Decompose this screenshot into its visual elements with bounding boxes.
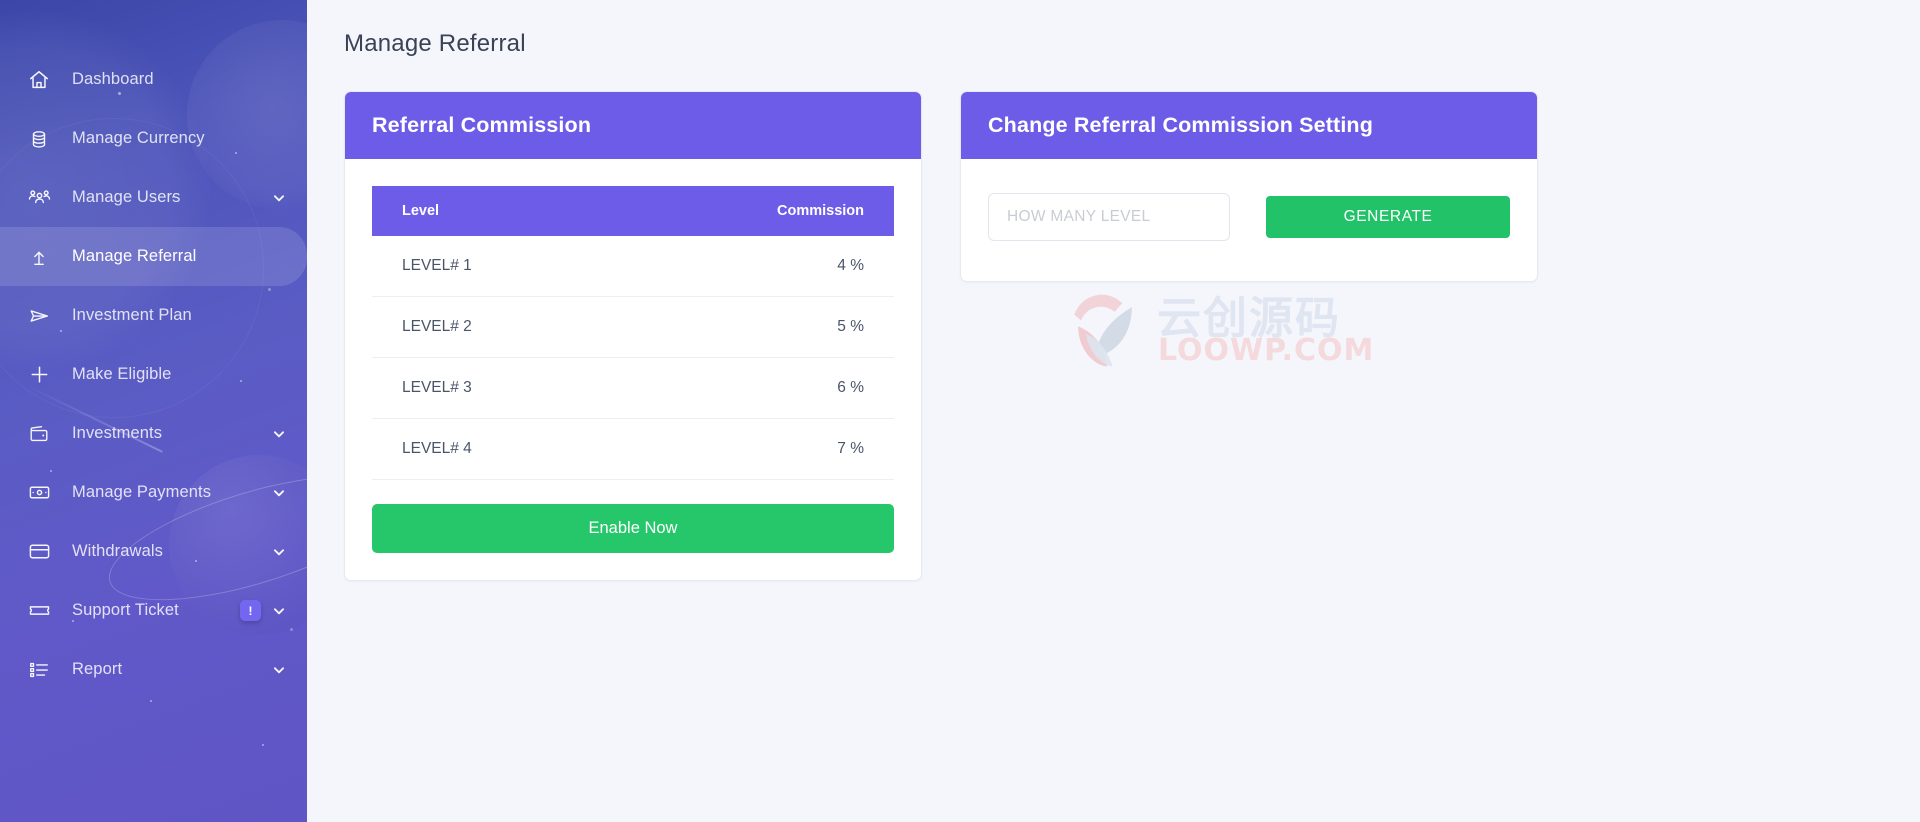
page-title: Manage Referral bbox=[344, 30, 526, 57]
cell-level: LEVEL# 2 bbox=[372, 296, 617, 358]
sidebar-item-dashboard[interactable]: Dashboard bbox=[0, 50, 307, 109]
table-row: LEVEL# 1 4 % bbox=[372, 236, 894, 297]
sidebar-item-support-ticket[interactable]: Support Ticket ! bbox=[0, 581, 307, 640]
chevron-down-icon[interactable] bbox=[271, 603, 287, 619]
table-row: LEVEL# 2 5 % bbox=[372, 296, 894, 358]
sidebar-nav: Dashboard Manage Currency Manage Users M… bbox=[0, 0, 307, 699]
chevron-down-icon[interactable] bbox=[271, 485, 287, 501]
cell-level: LEVEL# 3 bbox=[372, 357, 617, 419]
sidebar-item-manage-referral[interactable]: Manage Referral bbox=[0, 227, 307, 286]
chevron-down-icon[interactable] bbox=[271, 190, 287, 206]
card-icon bbox=[28, 540, 58, 564]
sidebar-item-label: Report bbox=[72, 660, 123, 678]
sidebar-item-label: Manage Payments bbox=[72, 483, 212, 501]
sidebar-item-report[interactable]: Report bbox=[0, 640, 307, 699]
cell-commission: 5 % bbox=[616, 296, 894, 358]
sidebar-item-label: Dashboard bbox=[72, 70, 154, 88]
cards-grid: Referral Commission Level Commission LEV… bbox=[307, 58, 1920, 581]
send-icon bbox=[28, 304, 58, 328]
list-icon bbox=[28, 658, 58, 682]
sidebar-item-investments[interactable]: Investments bbox=[0, 404, 307, 463]
chevron-down-icon[interactable] bbox=[271, 544, 287, 560]
table-row: LEVEL# 3 6 % bbox=[372, 357, 894, 419]
referral-commission-card: Referral Commission Level Commission LEV… bbox=[344, 91, 922, 581]
decor-star bbox=[150, 700, 152, 702]
sidebar-item-make-eligible[interactable]: Make Eligible bbox=[0, 345, 307, 404]
change-referral-setting-card-title: Change Referral Commission Setting bbox=[961, 92, 1537, 159]
app-root: Dashboard Manage Currency Manage Users M… bbox=[0, 0, 1920, 822]
cell-level: LEVEL# 4 bbox=[372, 418, 617, 480]
cell-commission: 4 % bbox=[616, 236, 894, 297]
cell-commission: 6 % bbox=[616, 357, 894, 419]
sidebar-item-label: Withdrawals bbox=[72, 542, 163, 560]
cell-commission: 7 % bbox=[616, 418, 894, 480]
sidebar-item-label: Investment Plan bbox=[72, 306, 192, 324]
sidebar-item-label: Support Ticket bbox=[72, 601, 179, 619]
sidebar-item-label: Manage Users bbox=[72, 188, 181, 206]
chevron-down-icon[interactable] bbox=[271, 426, 287, 442]
referral-commission-table: Level Commission LEVEL# 1 4 % LEVEL# 2 5… bbox=[372, 186, 894, 480]
sidebar-item-label: Investments bbox=[72, 424, 163, 442]
enable-now-button[interactable]: Enable Now bbox=[372, 504, 894, 553]
wallet-icon bbox=[28, 422, 58, 446]
sidebar-item-manage-currency[interactable]: Manage Currency bbox=[0, 109, 307, 168]
decor-star bbox=[262, 744, 264, 746]
arrow-up-icon bbox=[28, 245, 58, 269]
sidebar-item-withdrawals[interactable]: Withdrawals bbox=[0, 522, 307, 581]
sidebar-item-label: Make Eligible bbox=[72, 365, 172, 383]
cell-level: LEVEL# 1 bbox=[372, 236, 617, 297]
table-header-row: Level Commission bbox=[372, 186, 894, 236]
support-ticket-badge: ! bbox=[240, 600, 261, 621]
sidebar-item-manage-payments[interactable]: Manage Payments bbox=[0, 463, 307, 522]
sidebar-item-manage-users[interactable]: Manage Users bbox=[0, 168, 307, 227]
home-icon bbox=[28, 68, 58, 92]
plus-icon bbox=[28, 363, 58, 387]
sidebar-item-label: Manage Currency bbox=[72, 129, 205, 147]
users-icon bbox=[28, 186, 58, 210]
sidebar: Dashboard Manage Currency Manage Users M… bbox=[0, 0, 307, 822]
table-body: LEVEL# 1 4 % LEVEL# 2 5 % LEVEL# 3 6 % L… bbox=[372, 236, 894, 480]
ticket-icon bbox=[28, 599, 58, 623]
referral-commission-card-title: Referral Commission bbox=[345, 92, 921, 159]
chevron-down-icon[interactable] bbox=[271, 662, 287, 678]
generate-button[interactable]: GENERATE bbox=[1266, 196, 1510, 238]
change-referral-setting-card-body: GENERATE bbox=[961, 159, 1537, 281]
change-referral-setting-card: Change Referral Commission Setting GENER… bbox=[960, 91, 1538, 282]
sidebar-item-label: Manage Referral bbox=[72, 247, 197, 265]
main-content: Manage Referral Referral Commission Leve… bbox=[307, 0, 1920, 822]
referral-commission-card-body: Level Commission LEVEL# 1 4 % LEVEL# 2 5… bbox=[345, 159, 921, 580]
sidebar-item-investment-plan[interactable]: Investment Plan bbox=[0, 286, 307, 345]
money-icon bbox=[28, 481, 58, 505]
how-many-level-input[interactable] bbox=[988, 193, 1231, 241]
table-row: LEVEL# 4 7 % bbox=[372, 418, 894, 480]
generate-form: GENERATE bbox=[988, 193, 1510, 241]
coins-icon bbox=[28, 127, 58, 151]
column-header-level: Level bbox=[372, 186, 617, 236]
column-header-commission: Commission bbox=[616, 186, 894, 236]
table-head: Level Commission bbox=[372, 186, 894, 236]
